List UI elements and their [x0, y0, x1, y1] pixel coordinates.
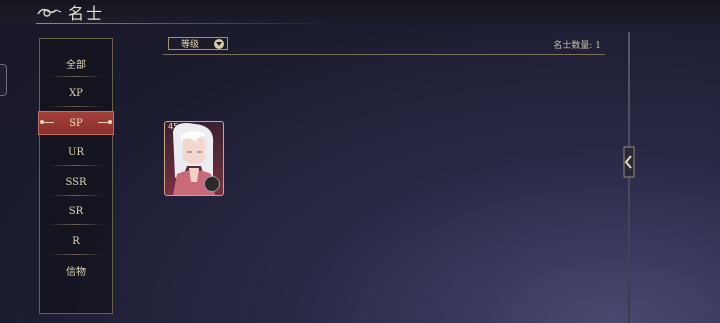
hero-card[interactable]: 45 [164, 121, 224, 196]
sidebar-item-ssr[interactable]: SSR [40, 171, 112, 193]
sidebar-item-label: UR [68, 146, 84, 158]
active-indicator-left-line [44, 122, 54, 123]
left-drawer-tab[interactable] [0, 64, 7, 96]
sidebar-divider [48, 224, 104, 225]
sidebar-item-r[interactable]: R [40, 230, 112, 252]
sidebar-item-sp[interactable]: SP [38, 111, 114, 135]
sidebar-item-label: SR [68, 205, 84, 217]
page-title: 名士 [68, 4, 105, 23]
sidebar-item-label: 全部 [66, 59, 86, 71]
sidebar-item-label: SSR [65, 176, 87, 188]
sort-dropdown[interactable]: 等级 [168, 37, 228, 50]
rarity-sidebar: 全部 XP SP UR SSR SR R 信物 [38, 38, 114, 314]
sidebar-divider [48, 165, 104, 166]
title-underline [36, 23, 336, 24]
header: 名士 [36, 2, 105, 23]
sidebar-item-label: 信物 [66, 266, 86, 278]
sidebar-divider [48, 106, 104, 107]
active-indicator-right-line [98, 122, 108, 123]
sidebar-divider [48, 76, 104, 77]
chevron-down-icon [214, 39, 224, 49]
sidebar-divider [48, 254, 104, 255]
sidebar-item-label: R [72, 235, 80, 247]
top-bar: 名士 [0, 0, 720, 24]
toolbar-divider [163, 54, 605, 55]
card-level: 45 [168, 122, 179, 131]
collapse-arrow-icon[interactable] [622, 145, 636, 179]
sidebar-item-token[interactable]: 信物 [40, 259, 112, 281]
sidebar-divider [48, 195, 104, 196]
sidebar-item-xp[interactable]: XP [40, 82, 112, 104]
sidebar-item-ur[interactable]: UR [40, 141, 112, 163]
cloud-swirl-icon [37, 8, 62, 17]
sidebar-item-all[interactable]: 全部 [40, 52, 112, 74]
sidebar-item-label: XP [69, 87, 83, 99]
active-indicator-right [108, 120, 112, 124]
hero-count: 名士数量: 1 [553, 41, 601, 51]
sort-label: 等级 [181, 40, 200, 50]
sidebar-item-sr[interactable]: SR [40, 200, 112, 222]
seal-badge-icon [204, 176, 220, 192]
sidebar-item-label: SP [69, 117, 83, 129]
